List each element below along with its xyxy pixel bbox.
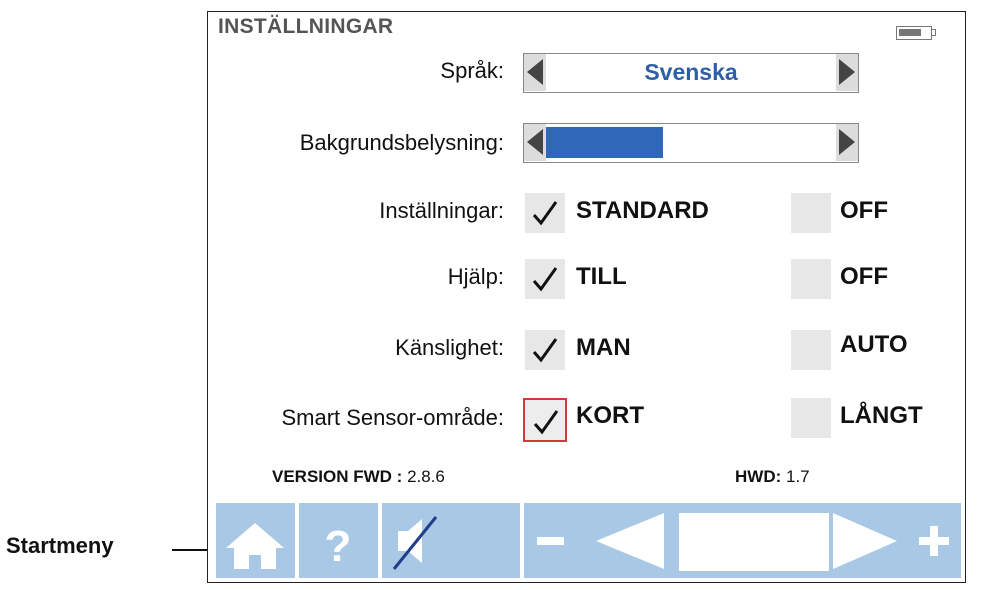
backlight-increase-button[interactable] — [836, 124, 858, 161]
language-prev-button[interactable] — [524, 54, 546, 91]
language-value: Svenska — [644, 59, 738, 85]
option-help-off[interactable]: OFF — [840, 263, 888, 291]
option-help-on[interactable]: TILL — [576, 263, 627, 291]
chevron-left-icon — [527, 129, 543, 155]
backlight-slider[interactable] — [523, 123, 859, 163]
decrease-button[interactable] — [576, 503, 679, 578]
sensitivity-row-label: Känslighet: — [395, 335, 504, 360]
help-button[interactable]: ? — [299, 503, 378, 578]
smart-sensor-row-label: Smart Sensor-område: — [281, 405, 504, 430]
option-long[interactable]: LÅNGT — [840, 402, 923, 430]
chevron-right-icon — [839, 59, 855, 85]
language-selector[interactable]: Svenska — [523, 53, 859, 93]
sensor-short-checkbox[interactable] — [523, 398, 567, 442]
sensitivity-manual-checkbox[interactable] — [525, 330, 565, 370]
checkmark-icon — [532, 201, 558, 226]
language-next-button[interactable] — [836, 54, 858, 91]
checkmark-icon — [533, 410, 559, 435]
help-off-checkbox[interactable] — [791, 259, 831, 299]
hwd-version-label: HWD: — [735, 467, 782, 486]
option-standard[interactable]: STANDARD — [576, 197, 709, 225]
option-manual[interactable]: MAN — [576, 334, 631, 362]
backlight-level-bar — [546, 127, 663, 158]
mute-button[interactable] — [382, 503, 520, 578]
standard-checkbox[interactable] — [525, 193, 565, 233]
settings-row-label: Inställningar: — [379, 198, 504, 223]
increase-button[interactable] — [829, 503, 904, 578]
home-icon — [226, 523, 284, 569]
help-icon: ? — [325, 522, 352, 571]
backlight-decrease-button[interactable] — [524, 124, 546, 161]
plus-button[interactable] — [906, 503, 961, 578]
checkmark-icon — [532, 267, 558, 292]
help-on-checkbox[interactable] — [525, 259, 565, 299]
plus-icon — [919, 526, 949, 556]
option-auto[interactable]: AUTO — [840, 331, 908, 359]
help-row-label: Hjälp: — [447, 264, 504, 289]
screen-title: INSTÄLLNINGAR — [218, 15, 394, 38]
fwd-version-value: 2.8.6 — [407, 467, 445, 486]
option-short[interactable]: KORT — [576, 402, 644, 430]
backlight-label: Bakgrundsbelysning: — [299, 130, 504, 155]
battery-icon — [896, 26, 940, 42]
right-arrow-icon — [833, 513, 897, 569]
settings-screen: INSTÄLLNINGAR Språk: Svenska Bakgrundsbe… — [207, 11, 966, 583]
startmeny-callout-label: Startmeny — [6, 533, 114, 558]
bottom-toolbar: ? — [216, 503, 961, 582]
sensor-long-checkbox[interactable] — [791, 398, 831, 438]
firmware-version: VERSION FWD : 2.8.6 — [272, 467, 445, 487]
left-arrow-icon — [596, 513, 664, 569]
mute-icon — [392, 516, 438, 570]
fwd-version-label: VERSION FWD : — [272, 467, 403, 486]
sensitivity-auto-checkbox[interactable] — [791, 330, 831, 370]
hwd-version-value: 1.7 — [786, 467, 810, 486]
chevron-left-icon — [527, 59, 543, 85]
settings-off-checkbox[interactable] — [791, 193, 831, 233]
chevron-right-icon — [839, 129, 855, 155]
option-settings-off[interactable]: OFF — [840, 197, 888, 225]
language-label: Språk: — [440, 58, 504, 83]
checkmark-icon — [532, 338, 558, 363]
svg-text:?: ? — [325, 522, 352, 571]
home-button[interactable] — [216, 503, 295, 578]
hardware-version: HWD: 1.7 — [735, 467, 810, 487]
adjust-display — [679, 513, 829, 571]
